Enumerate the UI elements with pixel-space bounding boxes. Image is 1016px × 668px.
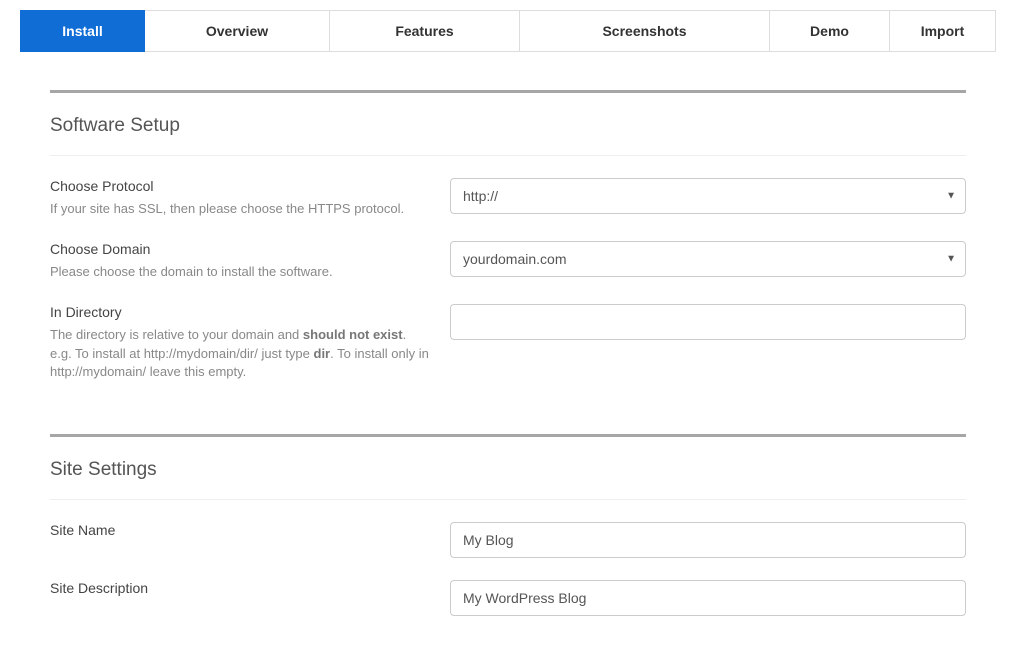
- label-in-directory: In Directory: [50, 304, 430, 320]
- tab-import[interactable]: Import: [890, 10, 996, 52]
- tab-overview[interactable]: Overview: [145, 10, 330, 52]
- help-in-directory: The directory is relative to your domain…: [50, 326, 430, 383]
- row-site-description: Site Description: [50, 580, 966, 616]
- select-protocol[interactable]: http://: [450, 178, 966, 214]
- help-choose-domain: Please choose the domain to install the …: [50, 263, 430, 282]
- section-title-site-settings: Site Settings: [50, 459, 966, 481]
- thin-divider: [50, 155, 966, 156]
- label-choose-protocol: Choose Protocol: [50, 178, 430, 194]
- tabs-nav: Install Overview Features Screenshots De…: [20, 10, 996, 52]
- input-site-description[interactable]: [450, 580, 966, 616]
- section-divider: [50, 434, 966, 437]
- label-choose-domain: Choose Domain: [50, 241, 430, 257]
- row-site-name: Site Name: [50, 522, 966, 558]
- input-site-name[interactable]: [450, 522, 966, 558]
- help-choose-protocol: If your site has SSL, then please choose…: [50, 200, 430, 219]
- tab-demo[interactable]: Demo: [770, 10, 890, 52]
- row-choose-protocol: Choose Protocol If your site has SSL, th…: [50, 178, 966, 219]
- section-divider: [50, 90, 966, 93]
- content-area: Software Setup Choose Protocol If your s…: [20, 90, 996, 616]
- tab-features[interactable]: Features: [330, 10, 520, 52]
- input-in-directory[interactable]: [450, 304, 966, 340]
- tab-install[interactable]: Install: [20, 10, 145, 52]
- thin-divider: [50, 499, 966, 500]
- select-domain[interactable]: yourdomain.com: [450, 241, 966, 277]
- row-choose-domain: Choose Domain Please choose the domain t…: [50, 241, 966, 282]
- label-site-description: Site Description: [50, 580, 430, 596]
- row-in-directory: In Directory The directory is relative t…: [50, 304, 966, 383]
- label-site-name: Site Name: [50, 522, 430, 538]
- tab-screenshots[interactable]: Screenshots: [520, 10, 770, 52]
- section-title-software-setup: Software Setup: [50, 115, 966, 137]
